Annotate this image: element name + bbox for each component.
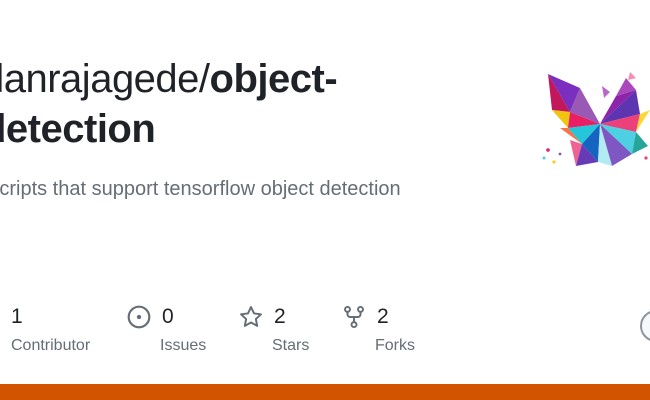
repo-title: danrajagede/object-detection xyxy=(0,54,502,154)
repo-owner[interactable]: danrajagede/ xyxy=(0,57,210,101)
issues-stat[interactable]: 0 Issues xyxy=(126,302,206,362)
star-icon xyxy=(238,304,264,330)
issues-count: 0 xyxy=(162,305,174,328)
stars-label: Stars xyxy=(272,337,310,354)
profile-avatar[interactable] xyxy=(640,310,650,342)
repo-forked-icon xyxy=(341,304,367,330)
forks-stat[interactable]: 2 Forks xyxy=(341,302,415,362)
contributors-stat[interactable]: 1 Contributor xyxy=(11,302,90,362)
issues-label: Issues xyxy=(160,337,207,354)
stars-count: 2 xyxy=(274,305,286,328)
repo-description: Scripts that support tensorflow object d… xyxy=(0,178,401,200)
language-bar xyxy=(0,384,650,400)
contributors-count: 1 xyxy=(11,305,23,328)
owner-avatar-logo xyxy=(540,66,650,176)
forks-count: 2 xyxy=(377,305,389,328)
stars-stat[interactable]: 2 Stars xyxy=(238,302,309,362)
repo-name-line1: object- xyxy=(209,57,338,101)
repo-name-line2: detection xyxy=(0,107,156,151)
contributors-label: Contributor xyxy=(11,337,91,354)
issue-opened-icon xyxy=(126,304,152,330)
forks-label: Forks xyxy=(375,337,415,354)
